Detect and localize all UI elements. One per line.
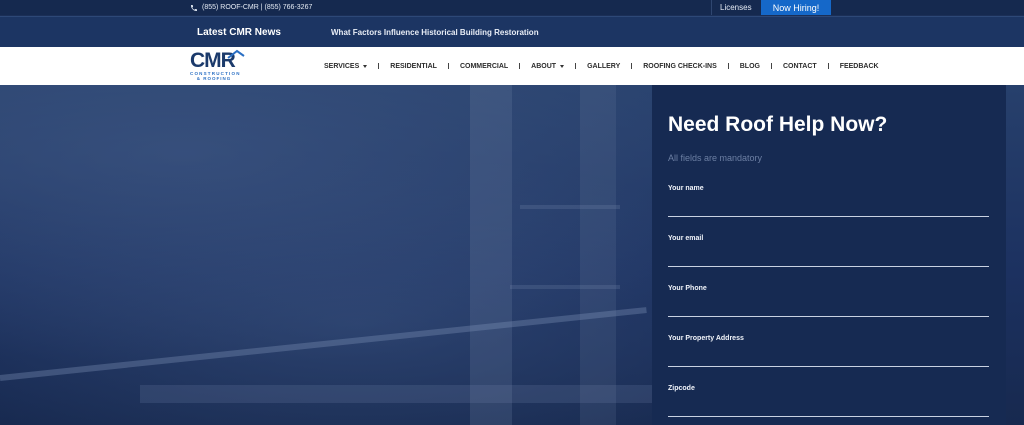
field-label: Zipcode bbox=[668, 385, 695, 392]
form-title: Need Roof Help Now? bbox=[668, 113, 888, 136]
now-hiring-button[interactable]: Now Hiring! bbox=[761, 0, 831, 15]
nav-item-label: ABOUT bbox=[531, 62, 557, 70]
nav-item-contact[interactable]: CONTACT bbox=[783, 63, 817, 70]
chevron-down-icon bbox=[560, 64, 565, 68]
phone-icon bbox=[191, 4, 197, 11]
nav-item-label: CONTACT bbox=[782, 62, 817, 70]
nav-item-label: RESIDENTIAL bbox=[390, 62, 437, 70]
nav-item-roofing-check-ins[interactable]: ROOFING CHECK-INS bbox=[643, 63, 717, 70]
nav-item-label: COMMERCIAL bbox=[459, 62, 509, 70]
window-trim bbox=[510, 285, 620, 289]
porch-railing bbox=[0, 307, 647, 381]
field-label: Your Phone bbox=[668, 285, 707, 292]
licenses-link[interactable]: Licenses bbox=[711, 0, 760, 15]
field-underline bbox=[668, 416, 989, 417]
nav-item-gallery[interactable]: GALLERY bbox=[587, 63, 620, 70]
name-field[interactable]: Your name bbox=[668, 185, 989, 217]
field-label: Your name bbox=[668, 185, 704, 192]
nav-item-services[interactable]: SERVICES bbox=[324, 62, 368, 70]
chevron-down-icon bbox=[363, 64, 368, 68]
zipcode-field[interactable]: Zipcode bbox=[668, 385, 989, 417]
porch-column bbox=[580, 85, 616, 425]
field-label: Your email bbox=[668, 235, 704, 242]
field-underline bbox=[668, 316, 989, 317]
email-field[interactable]: Your email bbox=[668, 235, 989, 267]
main-navbar: CMR CONSTRUCTION & ROOFING SERVICES RESI… bbox=[0, 47, 1024, 85]
window-trim bbox=[520, 205, 620, 209]
nav-item-label: FEEDBACK bbox=[839, 62, 879, 70]
nav-separator bbox=[827, 63, 829, 69]
nav-separator bbox=[727, 63, 729, 69]
phone-link[interactable]: (855) ROOF-CMR | (855) 766-3267 bbox=[190, 0, 312, 15]
field-underline bbox=[668, 366, 989, 367]
nav-item-label: BLOG bbox=[739, 62, 760, 70]
form-note: All fields are mandatory bbox=[668, 153, 763, 163]
roof-help-form: Need Roof Help Now? All fields are manda… bbox=[652, 85, 1006, 425]
porch-column bbox=[470, 85, 512, 425]
news-label: Latest CMR News bbox=[197, 26, 281, 38]
field-label: Your Property Address bbox=[668, 335, 744, 342]
nav-menu: SERVICES RESIDENTIAL COMMERCIAL ABOUT GA… bbox=[324, 47, 879, 85]
field-underline bbox=[668, 266, 989, 267]
nav-separator bbox=[631, 63, 633, 69]
nav-item-label: GALLERY bbox=[587, 62, 621, 70]
field-underline bbox=[668, 216, 989, 217]
phone-field[interactable]: Your Phone bbox=[668, 285, 989, 317]
property-address-field[interactable]: Your Property Address bbox=[668, 335, 989, 367]
news-headline-link[interactable]: What Factors Influence Historical Buildi… bbox=[331, 17, 539, 47]
logo-subtitle-2: & ROOFING bbox=[196, 76, 232, 81]
nav-item-feedback[interactable]: FEEDBACK bbox=[840, 63, 879, 70]
nav-separator bbox=[770, 63, 772, 69]
top-bar: (855) ROOF-CMR | (855) 766-3267 Licenses… bbox=[0, 0, 1024, 15]
roof-logo-icon bbox=[227, 49, 245, 59]
nav-item-commercial[interactable]: COMMERCIAL bbox=[460, 63, 508, 70]
cmr-logo[interactable]: CMR CONSTRUCTION & ROOFING bbox=[190, 49, 252, 81]
nav-item-label: SERVICES bbox=[324, 62, 360, 70]
nav-separator bbox=[575, 63, 577, 69]
nav-item-label: ROOFING CHECK-INS bbox=[643, 62, 717, 70]
nav-item-residential[interactable]: RESIDENTIAL bbox=[390, 63, 437, 70]
nav-item-about[interactable]: ABOUT bbox=[531, 62, 565, 70]
nav-separator bbox=[378, 63, 380, 69]
nav-separator bbox=[519, 63, 521, 69]
news-bar: Latest CMR News What Factors Influence H… bbox=[0, 16, 1024, 47]
porch-railing bbox=[140, 385, 660, 403]
nav-item-blog[interactable]: BLOG bbox=[740, 63, 760, 70]
nav-separator bbox=[447, 63, 449, 69]
phone-number: (855) ROOF-CMR | (855) 766-3267 bbox=[202, 4, 313, 11]
